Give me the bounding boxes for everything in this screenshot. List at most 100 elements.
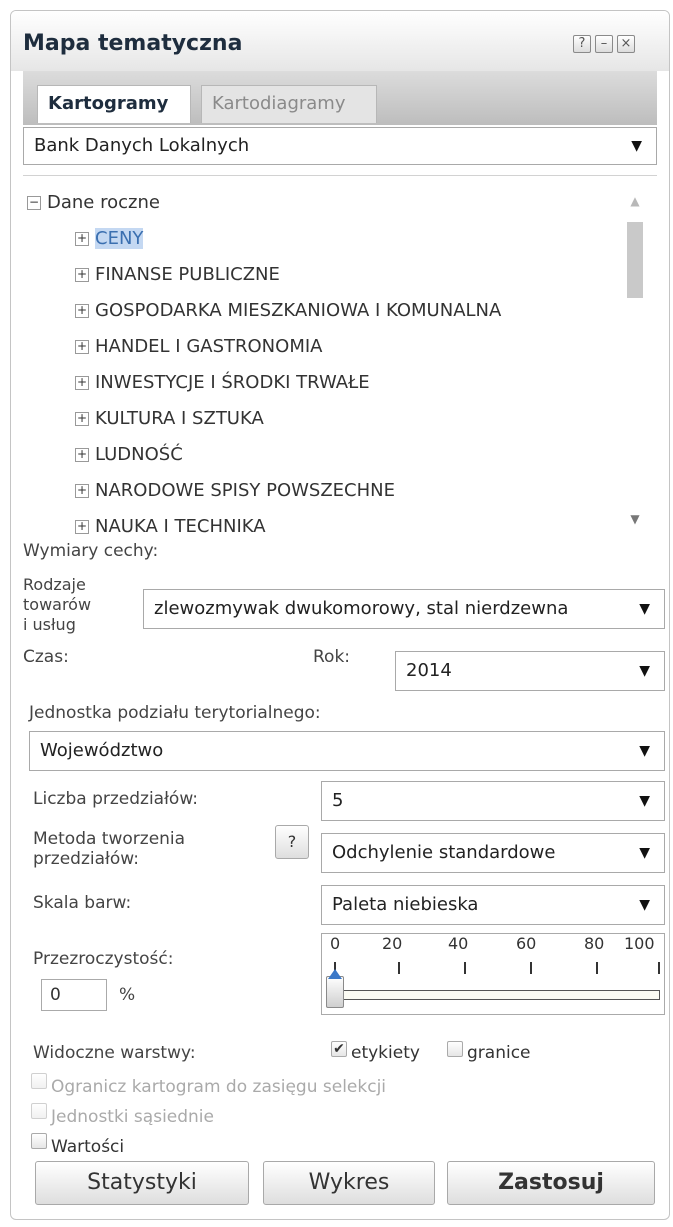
slider-tick bbox=[464, 962, 466, 974]
limit-selection-option[interactable]: Ogranicz kartogram do zasięgu selekcji bbox=[51, 1077, 386, 1097]
expand-icon[interactable]: + bbox=[75, 304, 89, 318]
help-icon[interactable]: ? bbox=[573, 35, 591, 53]
method-label-line2: przedziałów: bbox=[33, 849, 139, 869]
tree-item[interactable]: + LUDNOŚĆ bbox=[75, 444, 183, 465]
tree-root-label: Dane roczne bbox=[47, 192, 160, 213]
expand-icon[interactable]: + bbox=[75, 520, 89, 534]
expand-icon[interactable]: + bbox=[75, 268, 89, 282]
tree-item-label: FINANSE PUBLICZNE bbox=[95, 264, 280, 285]
slider-tick bbox=[530, 962, 532, 974]
tree-item[interactable]: + CENY bbox=[75, 228, 144, 249]
values-checkbox[interactable] bbox=[31, 1133, 47, 1149]
expand-icon[interactable]: + bbox=[75, 340, 89, 354]
values-option[interactable]: Wartości bbox=[51, 1137, 124, 1157]
labels-checkbox[interactable]: ✔ bbox=[331, 1041, 347, 1057]
slider-tick-label: 100 bbox=[624, 934, 655, 953]
territorial-select[interactable]: Województwo ▼ bbox=[29, 731, 665, 771]
scroll-up-icon[interactable]: ▲ bbox=[627, 194, 643, 208]
layers-label: Widoczne warstwy: bbox=[33, 1043, 196, 1063]
thematic-map-window: Mapa tematyczna ? – × Kartogramy Kartodi… bbox=[10, 10, 670, 1220]
slider-handle[interactable] bbox=[326, 969, 344, 1008]
intervals-label: Liczba przedziałów: bbox=[33, 789, 199, 809]
tab-strip: Kartogramy Kartodiagramy bbox=[23, 71, 657, 125]
tree-item[interactable]: + NARODOWE SPISY POWSZECHNE bbox=[75, 480, 395, 501]
tree-item[interactable]: + FINANSE PUBLICZNE bbox=[75, 264, 280, 285]
tab-kartodiagramy[interactable]: Kartodiagramy bbox=[201, 85, 377, 123]
opacity-label: Przezroczystość: bbox=[33, 949, 174, 969]
tree-item-label: HANDEL I GASTRONOMIA bbox=[95, 336, 323, 357]
expand-icon[interactable]: + bbox=[75, 232, 89, 246]
method-label: Metoda tworzenia przedziałów: bbox=[33, 829, 185, 869]
neighbors-checkbox[interactable] bbox=[31, 1103, 47, 1119]
slider-track[interactable] bbox=[334, 990, 660, 1000]
chevron-down-icon: ▼ bbox=[639, 743, 650, 759]
tree-item[interactable]: + GOSPODARKA MIESZKANIOWA I KOMUNALNA bbox=[75, 300, 501, 321]
data-source-value: Bank Danych Lokalnych bbox=[34, 135, 250, 156]
tree-item[interactable]: + HANDEL I GASTRONOMIA bbox=[75, 336, 322, 357]
close-icon[interactable]: × bbox=[617, 35, 635, 53]
color-scale-select[interactable]: Paleta niebieska ▼ bbox=[321, 885, 665, 925]
expand-icon[interactable]: + bbox=[75, 484, 89, 498]
method-label-line1: Metoda tworzenia bbox=[33, 829, 186, 849]
scroll-down-icon[interactable]: ▼ bbox=[627, 512, 643, 526]
opacity-input[interactable]: 0 bbox=[41, 979, 107, 1011]
goods-label: Rodzaje towarów i usług bbox=[23, 575, 91, 635]
method-help-button[interactable]: ? bbox=[275, 825, 309, 859]
tree-root-item[interactable]: − Dane roczne bbox=[27, 192, 160, 213]
tab-kartogramy[interactable]: Kartogramy bbox=[37, 85, 191, 123]
expand-icon[interactable]: + bbox=[75, 412, 89, 426]
limit-selection-checkbox[interactable] bbox=[31, 1073, 47, 1089]
scrollbar-thumb[interactable] bbox=[627, 222, 643, 298]
territorial-label: Jednostka podziału terytorialnego: bbox=[29, 703, 321, 723]
slider-tick-label: 40 bbox=[448, 934, 469, 953]
borders-checkbox[interactable] bbox=[447, 1041, 463, 1057]
slider-tick bbox=[398, 962, 400, 974]
slider-tick-label: 80 bbox=[584, 934, 605, 953]
dimensions-heading: Wymiary cechy: bbox=[23, 541, 159, 561]
statistics-button[interactable]: Statystyki bbox=[35, 1161, 249, 1205]
window-title: Mapa tematyczna bbox=[23, 31, 243, 56]
chart-button[interactable]: Wykres bbox=[263, 1161, 435, 1205]
chevron-down-icon: ▼ bbox=[639, 845, 650, 861]
chevron-down-icon: ▼ bbox=[639, 793, 650, 809]
tree-item-label: KULTURA I SZTUKA bbox=[95, 408, 264, 429]
opacity-slider[interactable]: 0 20 40 60 80 100 bbox=[321, 933, 665, 1015]
chevron-down-icon: ▼ bbox=[639, 897, 650, 913]
territorial-value: Województwo bbox=[40, 740, 164, 761]
slider-tick-label: 60 bbox=[516, 934, 537, 953]
goods-label-line3: i usług bbox=[23, 615, 76, 634]
data-source-select[interactable]: Bank Danych Lokalnych ▼ bbox=[23, 127, 657, 165]
handle-pointer-icon bbox=[328, 969, 342, 979]
goods-select[interactable]: zlewozmywak dwukomorowy, stal nierdzewna… bbox=[143, 589, 665, 629]
borders-option[interactable]: granice bbox=[467, 1043, 531, 1063]
goods-value: zlewozmywak dwukomorowy, stal nierdzewna bbox=[154, 598, 569, 619]
method-select[interactable]: Odchylenie standardowe ▼ bbox=[321, 833, 665, 873]
color-scale-label: Skala barw: bbox=[33, 893, 132, 913]
tree-item-label: NARODOWE SPISY POWSZECHNE bbox=[95, 480, 395, 501]
slider-tick-label: 0 bbox=[330, 934, 341, 953]
intervals-select[interactable]: 5 ▼ bbox=[321, 781, 665, 821]
category-tree: − Dane roczne + CENY + FINANSE PUBLICZNE + G… bbox=[23, 175, 657, 536]
apply-button[interactable]: Zastosuj bbox=[447, 1161, 655, 1205]
intervals-value: 5 bbox=[332, 790, 344, 811]
neighbors-option[interactable]: Jednostki sąsiednie bbox=[51, 1107, 214, 1127]
tree-item-label: INWESTYCJE I ŚRODKI TRWAŁE bbox=[95, 372, 370, 393]
tree-item[interactable]: + NAUKA I TECHNIKA bbox=[75, 516, 266, 536]
collapse-icon[interactable]: − bbox=[27, 196, 41, 210]
slider-tick bbox=[596, 962, 598, 974]
tree-item[interactable]: + KULTURA I SZTUKA bbox=[75, 408, 264, 429]
tree-item-label: LUDNOŚĆ bbox=[95, 444, 183, 465]
time-label: Czas: bbox=[23, 647, 69, 667]
year-select[interactable]: 2014 ▼ bbox=[395, 651, 665, 691]
goods-label-line2: towarów bbox=[23, 595, 92, 614]
expand-icon[interactable]: + bbox=[75, 376, 89, 390]
tree-item[interactable]: + INWESTYCJE I ŚRODKI TRWAŁE bbox=[75, 372, 370, 393]
labels-option[interactable]: etykiety bbox=[351, 1043, 420, 1063]
expand-icon[interactable]: + bbox=[75, 448, 89, 462]
tree-item-label: CENY bbox=[95, 228, 144, 249]
tree-item-label: NAUKA I TECHNIKA bbox=[95, 516, 266, 536]
chevron-down-icon: ▼ bbox=[639, 663, 650, 679]
chevron-down-icon: ▼ bbox=[631, 138, 642, 154]
minimize-icon[interactable]: – bbox=[595, 35, 613, 53]
slider-tick-label: 20 bbox=[382, 934, 403, 953]
